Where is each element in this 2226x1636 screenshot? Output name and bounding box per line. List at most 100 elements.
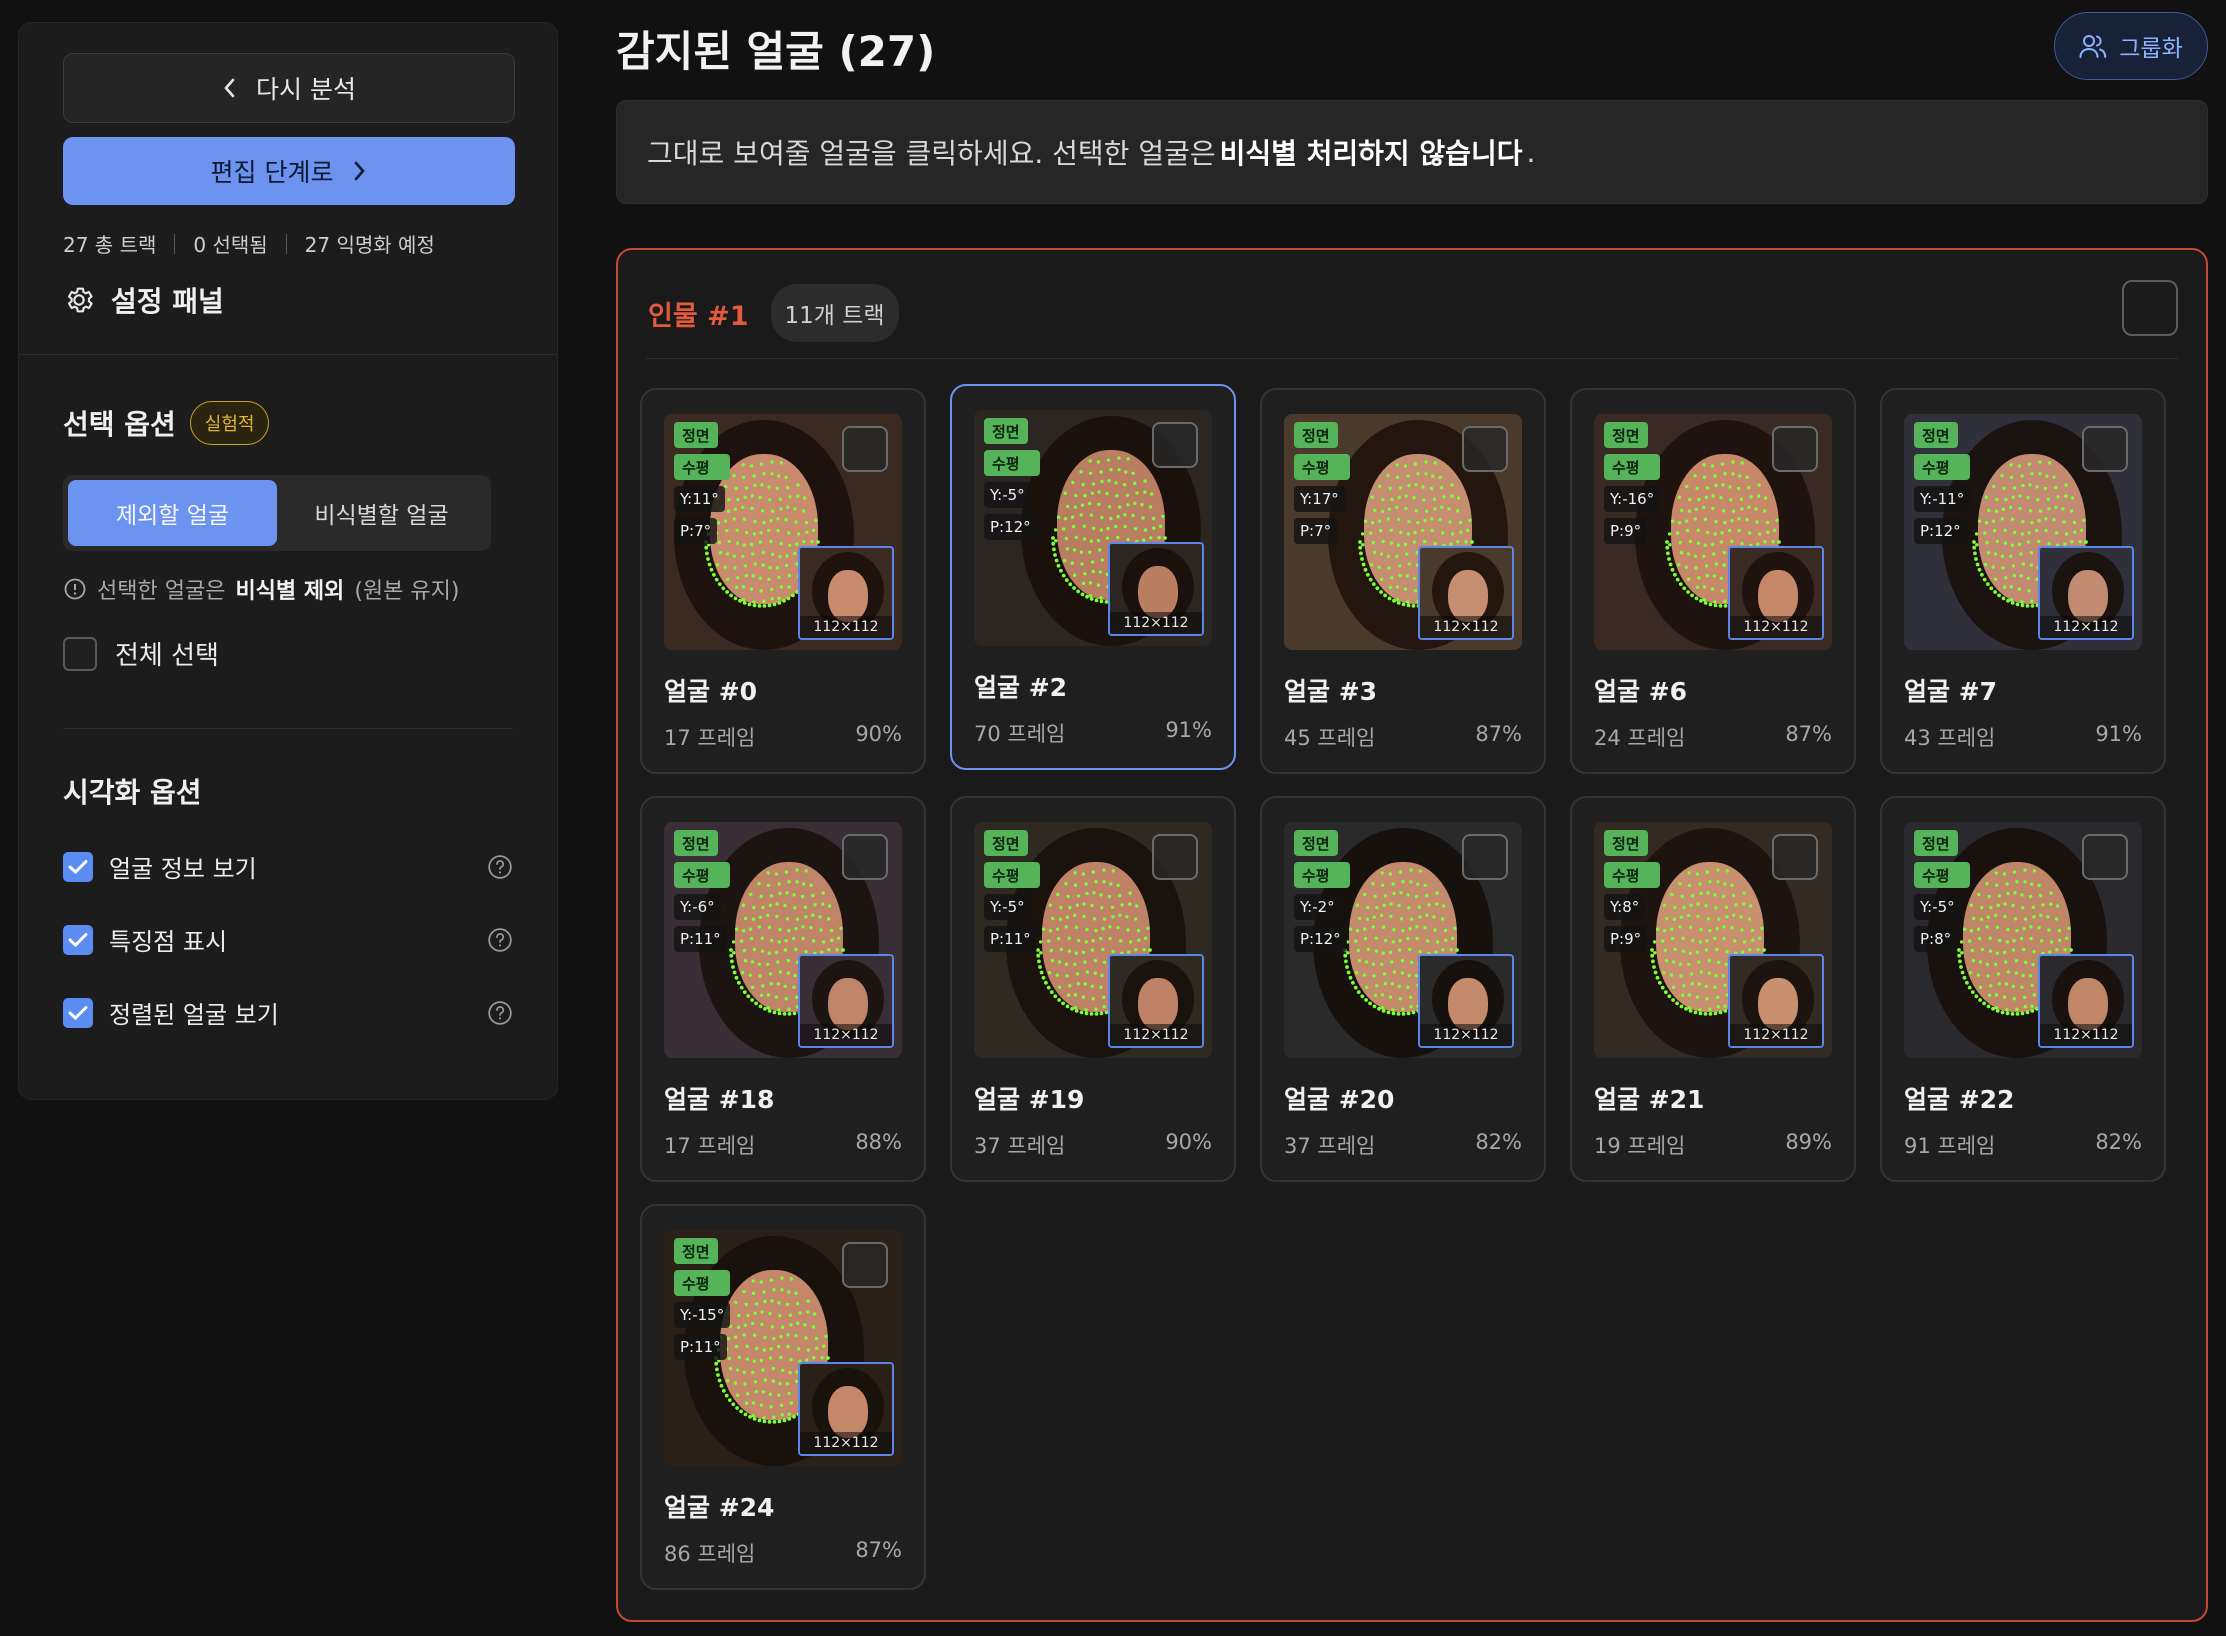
face-card[interactable]: 정면 수평 Y:-6° P:11° 112×112 얼굴 #18 17 프레임 88% [640, 796, 926, 1182]
face-card[interactable]: 정면 수평 Y:-11° P:12° 112×112 얼굴 #7 43 프레임 91% [1880, 388, 2166, 774]
confidence-value: 89% [1785, 1130, 1832, 1154]
stat-total: 27 총 트랙 [63, 233, 157, 257]
face-select-checkbox[interactable] [842, 426, 888, 472]
face-card[interactable]: 정면 수평 Y:-5° P:8° 112×112 얼굴 #22 91 프레임 82% [1880, 796, 2166, 1182]
aligned-face-inset: 112×112 [798, 546, 894, 640]
show-face-info-checkbox[interactable] [63, 851, 93, 882]
anonymize-faces-option[interactable]: 비식별할 얼굴 [277, 480, 486, 546]
go-edit-step-button[interactable]: 편집 단계로 [63, 137, 515, 205]
face-card[interactable]: 정면 수평 Y:17° P:7° 112×112 얼굴 #3 45 프레임 87% [1260, 388, 1546, 774]
level-tag: 수평 [1294, 454, 1350, 480]
frontal-tag: 정면 [1914, 422, 1958, 448]
experimental-badge: 실험적 [189, 401, 270, 445]
face-select-checkbox[interactable] [2082, 834, 2128, 880]
frame-count: 37 프레임 [974, 1134, 1066, 1158]
face-select-checkbox[interactable] [1462, 834, 1508, 880]
person-select-checkbox[interactable] [2122, 280, 2178, 336]
face-select-checkbox[interactable] [1772, 834, 1818, 880]
face-meta: 17 프레임 90% [664, 722, 902, 752]
inset-size-label: 112×112 [800, 1432, 892, 1454]
face-select-checkbox[interactable] [1152, 422, 1198, 468]
level-tag: 수평 [1914, 454, 1970, 480]
face-card[interactable]: 정면 수평 Y:-5° P:12° 112×112 얼굴 #2 70 프레임 91% [950, 384, 1236, 770]
face-card[interactable]: 정면 수평 Y:-2° P:12° 112×112 얼굴 #20 37 프레임 82% [1260, 796, 1546, 1182]
reanalyze-label: 다시 분석 [256, 75, 356, 104]
instruction-prefix: 그대로 보여줄 얼굴을 클릭하세요. 선택한 얼굴은 [647, 137, 1216, 170]
inset-size-label: 112×112 [800, 616, 892, 638]
frame-count: 17 프레임 [664, 726, 756, 750]
face-card[interactable]: 정면 수평 Y:8° P:9° 112×112 얼굴 #21 19 프레임 89% [1570, 796, 1856, 1182]
face-thumbnail: 정면 수평 Y:-5° P:8° 112×112 [1904, 822, 2142, 1058]
visualization-options-title: 시각화 옵션 [63, 776, 202, 809]
face-select-checkbox[interactable] [1462, 426, 1508, 472]
yaw-label: Y:-5° [1914, 894, 1961, 920]
help-icon[interactable] [487, 1000, 513, 1026]
inset-size-label: 112×112 [1420, 1024, 1512, 1046]
show-aligned-face-checkbox[interactable] [63, 997, 93, 1028]
aligned-face-inset: 112×112 [2038, 546, 2134, 640]
face-select-checkbox[interactable] [2082, 426, 2128, 472]
face-card[interactable]: 정면 수평 Y:-15° P:11° 112×112 얼굴 #24 86 프레임 87% [640, 1204, 926, 1590]
show-aligned-face-option[interactable]: 정렬된 얼굴 보기 [63, 995, 513, 1030]
settings-sidebar: 다시 분석 편집 단계로 27 총 트랙 0 선택됨 27 익명화 예정 설정 … [18, 22, 558, 1100]
level-tag: 수평 [1294, 862, 1350, 888]
help-icon[interactable] [487, 854, 513, 880]
face-select-checkbox[interactable] [1772, 426, 1818, 472]
confidence-value: 82% [2095, 1130, 2142, 1154]
inset-size-label: 112×112 [1110, 612, 1202, 634]
frontal-tag: 정면 [1604, 830, 1648, 856]
frame-count: 91 프레임 [1904, 1134, 1996, 1158]
group-button[interactable]: 그룹화 [2054, 12, 2208, 80]
face-title: 얼굴 #6 [1594, 677, 1688, 706]
instruction-bold: 비식별 처리하지 않습니다 [1219, 137, 1523, 170]
face-select-checkbox[interactable] [842, 1242, 888, 1288]
face-title: 얼굴 #20 [1284, 1085, 1395, 1114]
face-meta: 91 프레임 82% [1904, 1130, 2142, 1160]
face-select-checkbox[interactable] [1152, 834, 1198, 880]
gear-icon [67, 287, 93, 313]
pitch-label: P:9° [1604, 518, 1648, 544]
frontal-tag: 정면 [674, 1238, 718, 1264]
show-face-info-option[interactable]: 얼굴 정보 보기 [63, 849, 513, 884]
inset-face [828, 570, 868, 622]
yaw-label: Y:-5° [984, 482, 1031, 508]
face-title: 얼굴 #7 [1904, 677, 1998, 706]
face-title: 얼굴 #19 [974, 1085, 1085, 1114]
aligned-face-inset: 112×112 [1728, 546, 1824, 640]
face-card[interactable]: 정면 수평 Y:-5° P:11° 112×112 얼굴 #19 37 프레임 90% [950, 796, 1236, 1182]
selection-options-header: 선택 옵션 실험적 [63, 401, 513, 445]
frontal-tag: 정면 [674, 830, 718, 856]
face-card[interactable]: 정면 수평 Y:11° P:7° 112×112 얼굴 #0 17 프레임 90% [640, 388, 926, 774]
face-thumbnail: 정면 수평 Y:-11° P:12° 112×112 [1904, 414, 2142, 650]
exclude-faces-option[interactable]: 제외할 얼굴 [68, 480, 277, 546]
settings-panel-title: 설정 패널 [63, 280, 513, 354]
stat-selected: 0 선택됨 [193, 233, 268, 257]
level-tag: 수평 [984, 450, 1040, 476]
frame-count: 17 프레임 [664, 1134, 756, 1158]
chevron-right-icon [355, 161, 366, 181]
face-meta: 45 프레임 87% [1284, 722, 1522, 752]
face-meta: 17 프레임 88% [664, 1130, 902, 1160]
inset-face [1758, 978, 1798, 1030]
page-title: 감지된 얼굴 (27) [616, 27, 936, 76]
frontal-tag: 정면 [1914, 830, 1958, 856]
stat-divider [285, 233, 287, 254]
reanalyze-button[interactable]: 다시 분석 [63, 53, 515, 123]
show-landmarks-label: 특징점 표시 [109, 928, 228, 956]
level-tag: 수평 [984, 862, 1040, 888]
face-card[interactable]: 정면 수평 Y:-16° P:9° 112×112 얼굴 #6 24 프레임 87% [1570, 388, 1856, 774]
hint-prefix: 선택한 얼굴은 [97, 579, 226, 604]
frontal-tag: 정면 [984, 830, 1028, 856]
frontal-tag: 정면 [1294, 830, 1338, 856]
face-select-checkbox[interactable] [842, 834, 888, 880]
select-all-row[interactable]: 전체 선택 [63, 635, 513, 672]
show-landmarks-option[interactable]: 특징점 표시 [63, 922, 513, 957]
face-thumbnail: 정면 수평 Y:8° P:9° 112×112 [1594, 822, 1832, 1058]
divider [646, 358, 2178, 359]
inset-size-label: 112×112 [1420, 616, 1512, 638]
pitch-label: P:9° [1604, 926, 1648, 952]
pitch-label: P:7° [1294, 518, 1338, 544]
help-icon[interactable] [487, 927, 513, 953]
show-landmarks-checkbox[interactable] [63, 924, 93, 955]
select-all-checkbox[interactable] [63, 636, 97, 671]
